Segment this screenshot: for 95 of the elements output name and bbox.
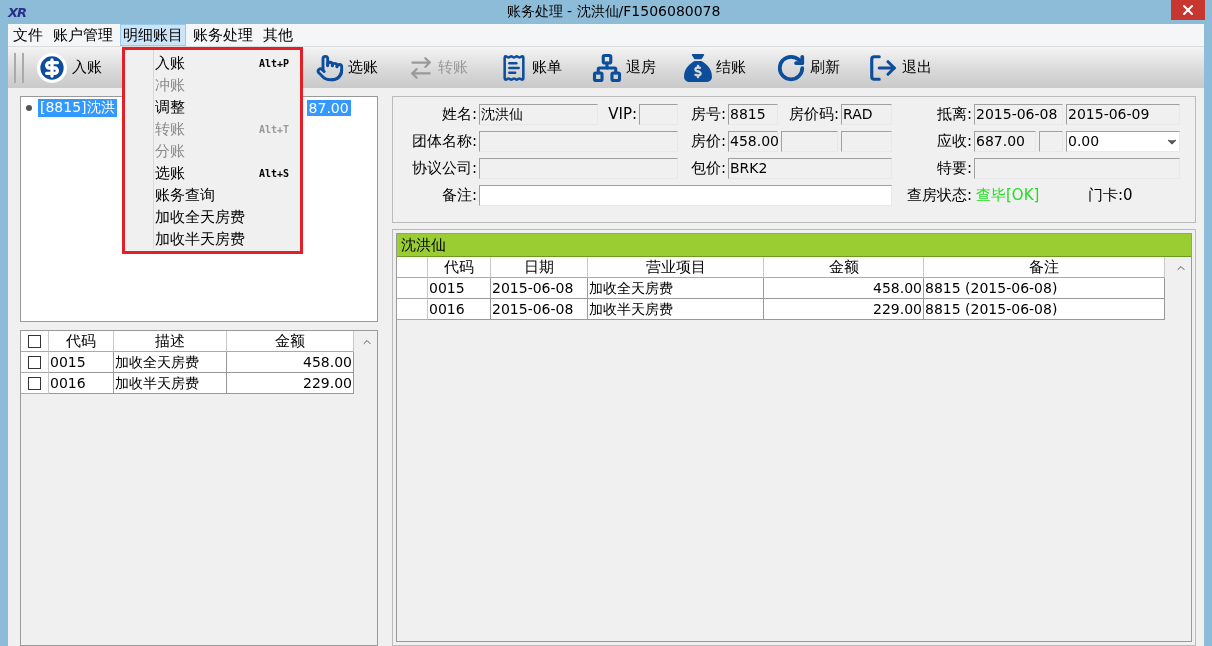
column-header: 营业项目 [588, 257, 764, 278]
dropdown[interactable]: 0.00 [1066, 131, 1180, 152]
toolbar-button[interactable]: 退房 [588, 49, 680, 86]
field-label: VIP: [607, 104, 638, 125]
menu-item[interactable]: 账户管理 [50, 24, 116, 46]
field-label: 团体名称: [410, 131, 478, 152]
table-cell: 8815 (2015-06-08) [924, 299, 1165, 320]
input-field[interactable] [974, 158, 1180, 179]
menu-option[interactable]: 账务查询 [125, 184, 300, 206]
input-field[interactable] [841, 131, 892, 152]
table-cell: 229.00 [764, 299, 924, 320]
column-header: 代码 [49, 331, 114, 352]
input-field[interactable] [479, 131, 678, 152]
menu-option[interactable]: 调整 [125, 96, 300, 118]
row-header[interactable] [397, 299, 428, 320]
menu-option[interactable]: 选账 Alt+S [125, 162, 300, 184]
field-label: 应收: [935, 131, 973, 152]
field-label: 抵离: [935, 104, 973, 125]
app-logo: XR [8, 4, 27, 20]
close-button[interactable] [1171, 0, 1205, 20]
table-cell: 458.00 [764, 278, 924, 299]
bill-icon [500, 53, 528, 82]
status-text: 查毕[OK] [975, 185, 1041, 206]
input-field[interactable] [781, 131, 838, 152]
toolbar-button[interactable]: 刷新 [772, 49, 864, 86]
toolbar-button[interactable]: 结账 [680, 49, 772, 86]
input-field[interactable]: 687.00 [974, 131, 1036, 152]
input-field[interactable] [639, 104, 678, 125]
transfer-arrows-icon [408, 54, 434, 81]
checkbox[interactable] [28, 334, 41, 348]
input-field[interactable]: 沈洪仙 [479, 104, 598, 125]
column-header: 日期 [491, 257, 588, 278]
input-field[interactable] [479, 185, 892, 206]
menu-option[interactable]: 加收全天房费 [125, 206, 300, 228]
input-field[interactable]: 2015-06-08 [974, 104, 1063, 125]
field-label: 备注: [440, 185, 478, 206]
column-header: 金额 [764, 257, 924, 278]
input-field[interactable]: RAD [841, 104, 892, 125]
toolbar-button[interactable]: 退出 [864, 49, 956, 86]
field-label: 房号: [689, 104, 727, 125]
menu-option[interactable]: 入账 Alt+P [125, 52, 300, 74]
table-cell: 458.00 [227, 352, 354, 373]
money-bag-icon [684, 53, 712, 82]
house-network-icon [592, 52, 622, 83]
tree-bullet-icon [26, 105, 32, 111]
table-cell: 0016 [49, 373, 114, 394]
column-header: 代码 [428, 257, 491, 278]
table-cell: 0015 [428, 278, 491, 299]
toolbar-button[interactable]: 选账 [312, 49, 404, 86]
toolbar-button[interactable]: 入账 [32, 49, 124, 86]
close-icon [1180, 2, 1196, 18]
dollar-icon [36, 51, 68, 84]
menu-item[interactable]: 账务处理 [190, 24, 256, 46]
field-label: 房价码: [787, 104, 840, 125]
input-field[interactable]: 458.00 [728, 131, 778, 152]
checkbox[interactable] [28, 376, 41, 390]
menu-item[interactable]: 其他 [260, 24, 296, 46]
field-label: 协议公司: [410, 158, 478, 179]
input-field[interactable] [1039, 131, 1063, 152]
table-cell: 229.00 [227, 373, 354, 394]
menu-item[interactable]: 明细账目 [120, 24, 186, 46]
toolbar-grip [14, 52, 24, 83]
window-title: 账务处理 - 沈洪仙/F1506080078 [506, 3, 721, 21]
column-header: 描述 [114, 331, 227, 352]
input-field[interactable]: 8815 [728, 104, 778, 125]
pointing-hand-icon [316, 53, 344, 82]
table-cell: 加收半天房费 [114, 373, 227, 394]
menu-item[interactable]: 文件 [10, 24, 46, 46]
table-cell: 0015 [49, 352, 114, 373]
checkbox[interactable] [28, 355, 41, 369]
refresh-icon [776, 52, 806, 83]
table-cell: 8815 (2015-06-08) [924, 278, 1165, 299]
input-field[interactable]: BRK2 [728, 158, 892, 179]
exit-door-icon [868, 52, 898, 83]
table-cell: 加收全天房费 [114, 352, 227, 373]
field-label: 特要: [935, 158, 973, 179]
field-label: 姓名: [440, 104, 478, 125]
table-cell: 加收半天房费 [588, 299, 764, 320]
field-label: 查房状态: [905, 185, 973, 206]
column-header: 金额 [227, 331, 354, 352]
column-header: 备注 [924, 257, 1165, 278]
guest-name-bar: 沈洪仙 [397, 234, 1191, 257]
table-cell: 2015-06-08 [491, 278, 588, 299]
field-label: 包价: [689, 158, 727, 179]
input-field[interactable] [479, 158, 678, 179]
input-field[interactable]: 2015-06-09 [1066, 104, 1180, 125]
toolbar-button[interactable]: 账单 [496, 49, 588, 86]
row-header [397, 257, 428, 278]
field-label: 房价: [689, 131, 727, 152]
row-header[interactable] [397, 278, 428, 299]
table-cell: 0016 [428, 299, 491, 320]
table-cell: 加收全天房费 [588, 278, 764, 299]
card-count: 门卡:0 [1087, 185, 1134, 206]
table-cell: 2015-06-08 [491, 299, 588, 320]
menu-option[interactable]: 加收半天房费 [125, 228, 300, 250]
